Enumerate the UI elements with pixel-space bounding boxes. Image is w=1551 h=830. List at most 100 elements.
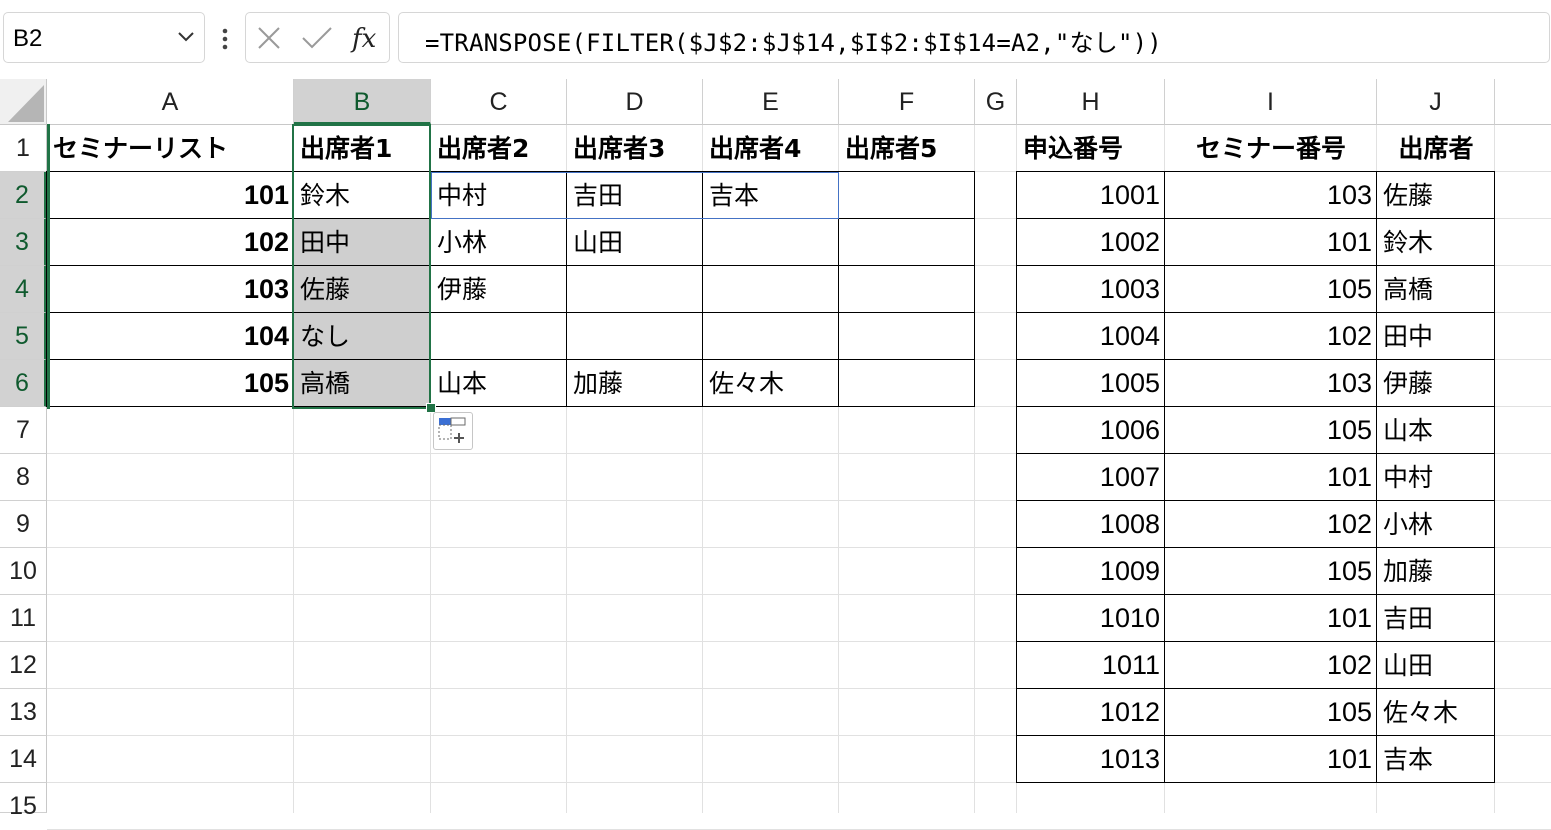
attendee-cell[interactable]: 山本 [431,360,567,407]
cell-border-v [974,171,975,407]
name-box[interactable]: B2 [3,12,205,63]
attendee-cell[interactable]: 加藤 [567,360,703,407]
seminar-number-cell[interactable]: 104 [47,313,294,360]
application-number-cell[interactable]: 1007 [1017,454,1165,501]
cancel-icon[interactable] [256,25,282,51]
seminar-number-cell[interactable]: 103 [1165,172,1377,219]
paste-options-icon [438,417,466,443]
attendee-cell[interactable]: 中村 [1377,454,1495,501]
enter-check-icon[interactable] [301,25,333,51]
spill-range-border [431,172,839,219]
row-header-2[interactable]: 2 [0,172,47,219]
more-options-icon[interactable] [216,26,234,52]
application-number-cell[interactable]: 1012 [1017,689,1165,736]
seminar-number-cell[interactable]: 105 [47,360,294,407]
column-header-h[interactable]: H [1017,79,1165,125]
header-cell[interactable]: セミナー番号 [1165,125,1377,172]
seminar-number-cell[interactable]: 101 [47,172,294,219]
column-header-g[interactable]: G [975,79,1017,125]
select-all-triangle-icon [8,85,44,122]
row-header-7[interactable]: 7 [0,407,47,454]
seminar-number-cell[interactable]: 102 [1165,313,1377,360]
row-header-13[interactable]: 13 [0,689,47,736]
column-header-f[interactable]: F [839,79,975,125]
seminar-number-cell[interactable]: 103 [47,266,294,313]
attendee-cell[interactable]: 小林 [431,219,567,266]
seminar-number-cell[interactable]: 105 [1165,689,1377,736]
attendee-cell[interactable]: 伊藤 [1377,360,1495,407]
attendee-cell[interactable]: 吉本 [1377,736,1495,783]
row-header-3[interactable]: 3 [0,219,47,266]
select-all-button[interactable] [0,79,47,125]
attendee-cell[interactable]: 加藤 [1377,548,1495,595]
attendee-cell[interactable]: 鈴木 [1377,219,1495,266]
attendee-cell[interactable]: 佐藤 [1377,172,1495,219]
seminar-number-cell[interactable]: 102 [1165,642,1377,689]
seminar-number-cell[interactable]: 101 [1165,219,1377,266]
row-header-14[interactable]: 14 [0,736,47,783]
row-header-9[interactable]: 9 [0,501,47,548]
formula-input[interactable]: =TRANSPOSE(FILTER($J$2:$J$14,$I$2:$I$14=… [398,12,1550,63]
quick-analysis-button[interactable] [433,412,473,450]
application-number-cell[interactable]: 1003 [1017,266,1165,313]
attendee-cell[interactable]: 佐々木 [703,360,839,407]
name-box-value: B2 [13,25,43,52]
application-number-cell[interactable]: 1011 [1017,642,1165,689]
header-cell[interactable]: 出席者 [1377,125,1495,172]
attendee-cell[interactable]: 山田 [567,219,703,266]
row-header-6[interactable]: 6 [0,360,47,407]
attendee-cell[interactable]: 田中 [1377,313,1495,360]
seminar-number-cell[interactable]: 102 [47,219,294,266]
column-header-i[interactable]: I [1165,79,1377,125]
chevron-down-icon[interactable] [176,30,196,44]
attendee-cell[interactable]: 山本 [1377,407,1495,454]
row-header-5[interactable]: 5 [0,313,47,360]
attendee-cell[interactable]: 佐々木 [1377,689,1495,736]
application-number-cell[interactable]: 1002 [1017,219,1165,266]
formula-text: =TRANSPOSE(FILTER($J$2:$J$14,$I$2:$I$14=… [425,29,1162,57]
application-number-cell[interactable]: 1010 [1017,595,1165,642]
application-number-cell[interactable]: 1005 [1017,360,1165,407]
column-header-a[interactable]: A [47,79,294,125]
header-cell[interactable]: 出席者4 [703,125,839,172]
application-number-cell[interactable]: 1004 [1017,313,1165,360]
row-header-15[interactable]: 15 [0,783,47,820]
row-header-11[interactable]: 11 [0,595,47,642]
row-header-4[interactable]: 4 [0,266,47,313]
seminar-number-cell[interactable]: 101 [1165,454,1377,501]
application-number-cell[interactable]: 1013 [1017,736,1165,783]
seminar-number-cell[interactable]: 105 [1165,266,1377,313]
seminar-number-cell[interactable]: 105 [1165,548,1377,595]
application-number-cell[interactable]: 1006 [1017,407,1165,454]
application-number-cell[interactable]: 1009 [1017,548,1165,595]
attendee-cell[interactable]: 小林 [1377,501,1495,548]
formula-buttons: fx [245,12,390,63]
attendee-cell[interactable]: 吉田 [1377,595,1495,642]
header-cell[interactable]: 出席者5 [839,125,975,172]
seminar-number-cell[interactable]: 102 [1165,501,1377,548]
application-number-cell[interactable]: 1001 [1017,172,1165,219]
column-header-j[interactable]: J [1377,79,1495,125]
attendee-cell[interactable]: 高橋 [1377,266,1495,313]
attendee-cell[interactable]: 山田 [1377,642,1495,689]
column-header-next[interactable] [1495,79,1551,125]
header-cell[interactable]: 申込番号 [1017,125,1165,172]
attendee-cell[interactable]: 伊藤 [431,266,567,313]
insert-function-icon[interactable]: fx [350,22,382,54]
seminar-number-cell[interactable]: 105 [1165,407,1377,454]
row-header-1[interactable]: 1 [0,125,47,172]
seminar-number-cell[interactable]: 101 [1165,595,1377,642]
header-cell[interactable]: セミナーリスト [47,125,294,172]
row-header-8[interactable]: 8 [0,454,47,501]
header-cell[interactable]: 出席者3 [567,125,703,172]
column-header-d[interactable]: D [567,79,703,125]
row-header-12[interactable]: 12 [0,642,47,689]
seminar-number-cell[interactable]: 101 [1165,736,1377,783]
row-header-10[interactable]: 10 [0,548,47,595]
application-number-cell[interactable]: 1008 [1017,501,1165,548]
header-cell[interactable]: 出席者2 [431,125,567,172]
column-header-b[interactable]: B [294,79,431,125]
seminar-number-cell[interactable]: 103 [1165,360,1377,407]
column-header-c[interactable]: C [431,79,567,125]
column-header-e[interactable]: E [703,79,839,125]
